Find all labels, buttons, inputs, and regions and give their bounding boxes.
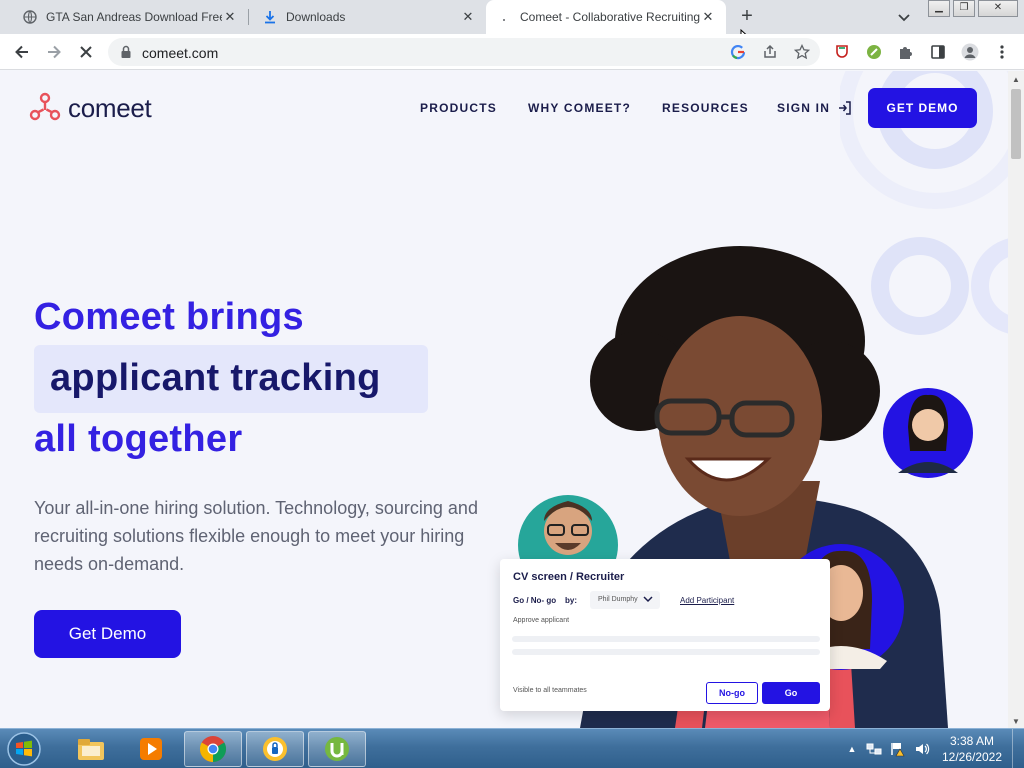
hero-heading-line-3: all together [34,418,243,460]
loading-dot-icon [496,9,512,25]
minimize-button[interactable]: ▁ [928,0,950,17]
get-demo-nav-button[interactable]: GET DEMO [868,88,977,128]
logo-text: comeet [68,92,152,123]
tab-gta[interactable]: GTA San Andreas Download Free ✕ [12,0,248,34]
cv-screen-card: CV screen / Recruiter Go / No- go by: Ph… [500,559,830,711]
media-player-icon[interactable] [122,731,180,767]
show-hidden-icons-icon[interactable]: ▲ [844,741,860,757]
approve-applicant-label: Approve applicant [513,617,570,624]
system-clock[interactable]: 3:38 AM 12/26/2022 [940,733,1004,765]
browser-tab-bar: GTA San Andreas Download Free ✕ Download… [0,0,1024,48]
close-tab-icon[interactable]: ✕ [460,9,476,25]
extension-shield-icon[interactable] [832,42,852,62]
browser-menu-icon[interactable] [992,42,1012,62]
visibility-label: Visible to all teammates [513,687,587,694]
vpn-icon[interactable] [246,731,304,767]
extension-green-icon[interactable] [864,42,884,62]
go-button[interactable]: Go [762,682,820,704]
windows-taskbar: ▲ 3:38 AM 12/26/2022 [0,728,1024,768]
close-tab-icon[interactable]: ✕ [700,9,716,25]
by-label: by: [565,596,577,605]
placeholder-bar [512,649,820,655]
sign-in-label: SIGN IN [777,101,831,115]
no-go-button[interactable]: No-go [706,682,758,704]
add-participant-link[interactable]: Add Participant [680,596,734,605]
google-translate-icon[interactable] [730,44,746,60]
url-text: comeet.com [142,45,219,61]
browser-toolbar: comeet.com [0,34,1024,70]
comeet-logo-icon [29,92,61,121]
scroll-down-icon[interactable]: ▼ [1012,717,1020,726]
forward-button[interactable] [44,42,64,62]
bookmark-star-icon[interactable] [794,44,810,60]
restore-button[interactable]: ❐ [953,0,975,17]
sign-in-icon [839,101,851,115]
scrollbar-thumb[interactable] [1011,89,1021,159]
web-page: comeet PRODUCTS WHY COMEET? RESOURCES SI… [0,71,1008,728]
nav-sign-in[interactable]: SIGN IN [777,101,852,115]
tab-title: Downloads [286,10,346,24]
tab-comeet[interactable]: Comeet - Collaborative Recruiting ✕ [486,0,726,34]
new-tab-button[interactable]: + [737,6,757,27]
back-button[interactable] [12,42,32,62]
start-button[interactable] [4,731,44,767]
address-bar[interactable]: comeet.com [108,38,820,66]
chrome-icon[interactable] [184,731,242,767]
volume-icon[interactable] [914,741,930,757]
tab-search-chevron-icon[interactable] [896,9,912,25]
tab-title: Comeet - Collaborative Recruiting [520,10,700,24]
hero-heading-line-2: applicant tracking [50,357,381,399]
profile-avatar-icon[interactable] [960,42,980,62]
page-scrollbar[interactable]: ▲ ▼ [1008,71,1024,728]
lock-icon[interactable] [120,45,134,59]
card-title: CV screen / Recruiter [513,571,625,583]
share-icon[interactable] [762,44,778,60]
nav-resources[interactable]: RESOURCES [662,101,749,115]
chevron-down-icon [643,596,653,603]
hero-heading-line-1: Comeet brings [34,296,304,338]
nav-why-comeet[interactable]: WHY COMEET? [528,101,631,115]
tab-divider [248,9,249,25]
download-icon [262,9,278,25]
hero-subtitle: Your all-in-one hiring solution. Technol… [34,498,478,574]
globe-icon [22,9,38,25]
close-window-button[interactable]: ✕ [978,0,1018,17]
utorrent-icon[interactable] [308,731,366,767]
placeholder-bar [512,636,820,642]
clock-date: 12/26/2022 [941,750,1003,764]
windows-logo-icon [7,732,41,766]
network-icon[interactable] [866,741,882,757]
scroll-up-icon[interactable]: ▲ [1012,75,1020,84]
tab-title: GTA San Andreas Download Free [46,10,222,24]
extensions-puzzle-icon[interactable] [896,42,916,62]
show-desktop-button[interactable] [1012,729,1024,768]
stop-loading-button[interactable] [76,42,96,62]
comeet-logo[interactable]: comeet [28,91,152,125]
tab-downloads[interactable]: Downloads ✕ [252,0,486,34]
windows-explorer-icon[interactable] [62,731,120,767]
nav-products[interactable]: PRODUCTS [420,101,497,115]
side-panel-icon[interactable] [928,42,948,62]
go-nogo-label: Go / No- go [513,596,557,605]
clock-time: 3:38 AM [949,734,995,748]
get-demo-button[interactable]: Get Demo [34,610,181,658]
close-tab-icon[interactable]: ✕ [222,9,238,25]
action-center-warning-icon[interactable] [890,741,906,757]
